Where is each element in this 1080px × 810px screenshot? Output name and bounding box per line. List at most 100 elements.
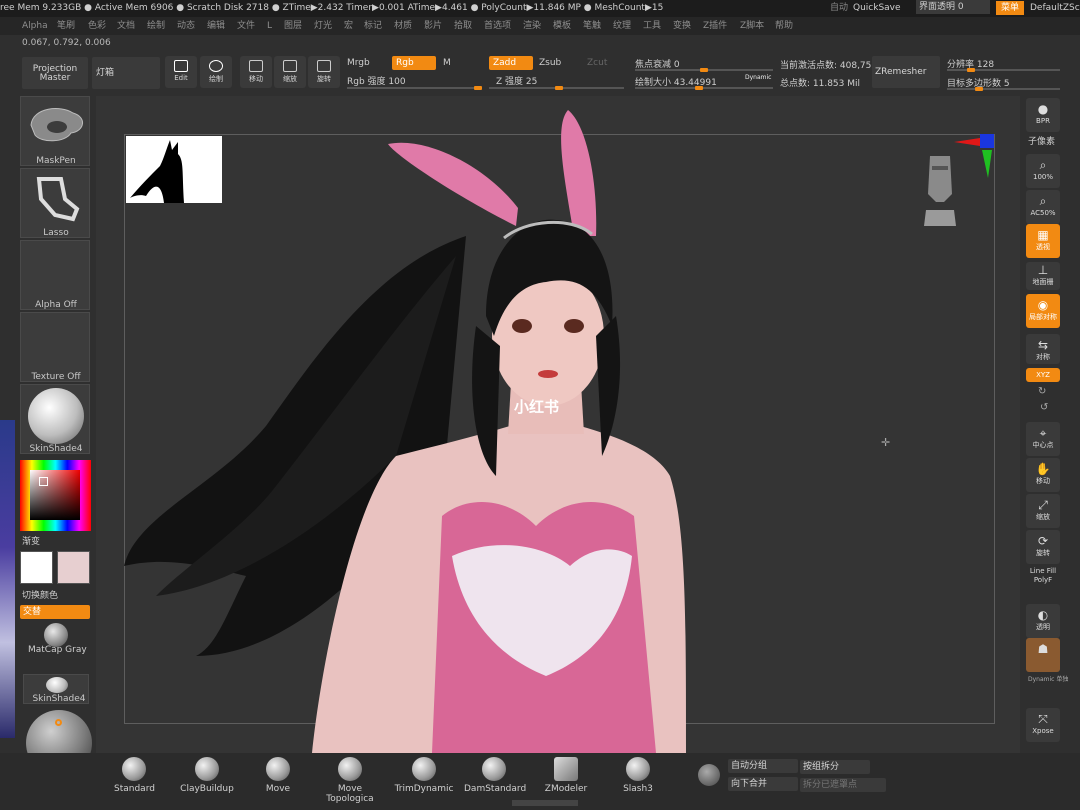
zsub-button[interactable]: Zsub: [539, 58, 561, 68]
quicksave-button[interactable]: QuickSave: [853, 0, 901, 17]
default-zscript-button[interactable]: DefaultZScr: [1030, 0, 1080, 17]
move-view-button[interactable]: ✋ 移动: [1026, 458, 1060, 492]
menu-alpha[interactable]: Alpha: [22, 17, 48, 35]
menu-edit[interactable]: 编辑: [207, 17, 225, 35]
split-unmasked-button[interactable]: 拆分已遮罩点: [800, 778, 886, 792]
rgb-intensity-slider[interactable]: Rgb 强度 100: [347, 74, 406, 87]
floor-grid-button[interactable]: ⊥ 地面栅: [1026, 262, 1060, 290]
xpose-button[interactable]: ⤧ Xpose: [1026, 708, 1060, 742]
brush-move[interactable]: Move: [262, 757, 294, 794]
rgb-button[interactable]: Rgb: [392, 56, 436, 70]
symmetry-frame-button[interactable]: ⇆ 对称: [1026, 334, 1060, 364]
bottom-scroll-handle[interactable]: [512, 800, 578, 806]
ui-transparency-slider[interactable]: 界面透明 0: [916, 0, 990, 14]
z-intensity-track[interactable]: [489, 86, 624, 90]
menu-marker[interactable]: 标记: [364, 17, 382, 35]
draw-size-knob[interactable]: [695, 86, 703, 90]
menu-preferences[interactable]: 首选项: [484, 17, 511, 35]
edit-button[interactable]: Edit: [165, 56, 197, 88]
focal-shift-knob[interactable]: [700, 68, 708, 72]
character-model-render[interactable]: [96, 96, 1020, 753]
zremesher-button[interactable]: ZRemesher: [872, 56, 940, 88]
target-polygons-track[interactable]: [947, 87, 1060, 91]
material-skinshade-tile[interactable]: SkinShade4: [20, 384, 90, 454]
menu-light[interactable]: 灯光: [314, 17, 332, 35]
brush-zmodeler[interactable]: ZModeler: [544, 757, 588, 794]
switch-color-button[interactable]: 切换颜色: [22, 588, 58, 601]
lasso-tile[interactable]: Lasso: [20, 168, 90, 238]
zoom-100-button[interactable]: ⌕ 100%: [1026, 154, 1060, 188]
brush-slash3[interactable]: Slash3: [620, 757, 656, 794]
m-button[interactable]: M: [443, 58, 451, 68]
rgb-intensity-track[interactable]: [347, 86, 482, 90]
menu-document[interactable]: 文档: [117, 17, 135, 35]
menu-render[interactable]: 渲染: [523, 17, 541, 35]
auto-group-button[interactable]: 自动分组: [728, 759, 798, 773]
rgb-intensity-knob[interactable]: [474, 86, 482, 90]
alpha-off-tile[interactable]: Alpha Off: [20, 240, 90, 310]
axis-gizmo[interactable]: [950, 134, 998, 178]
menu-help[interactable]: 帮助: [775, 17, 793, 35]
perspective-button[interactable]: ▦ 透视: [1026, 224, 1060, 258]
menu-stroke[interactable]: 笔触: [583, 17, 601, 35]
z-intensity-knob[interactable]: [555, 86, 563, 90]
color-picker[interactable]: [20, 460, 91, 531]
brush-trimdynamic[interactable]: TrimDynamic: [394, 757, 454, 794]
draw-button[interactable]: 绘制: [200, 56, 232, 88]
maskpen-brush-tile[interactable]: MaskPen: [20, 96, 90, 166]
transparency-button[interactable]: ◐ 透明: [1026, 604, 1060, 638]
move-mode-button[interactable]: 移动: [240, 56, 272, 88]
menu-layer[interactable]: 图层: [284, 17, 302, 35]
auto-label[interactable]: 自动: [830, 0, 848, 17]
brush-standard[interactable]: Standard: [114, 757, 155, 794]
dynamic-toggle[interactable]: Dynamic: [745, 74, 771, 81]
brush-damstandard[interactable]: DamStandard: [464, 757, 526, 794]
menu-file[interactable]: 文件: [237, 17, 255, 35]
color-square[interactable]: [30, 470, 80, 520]
local-symmetry-button[interactable]: ◉ 局部对称: [1026, 294, 1060, 328]
skinshade-small-tile[interactable]: SkinShade4: [23, 674, 89, 704]
projection-master-button[interactable]: Projection Master: [22, 57, 88, 89]
menu-l[interactable]: L: [267, 17, 272, 35]
gradient-label[interactable]: 渐变: [22, 534, 40, 547]
target-polygons-knob[interactable]: [975, 87, 983, 91]
zcut-button[interactable]: Zcut: [587, 58, 607, 68]
menu-movie-dynamic[interactable]: 动态: [177, 17, 195, 35]
menu-button[interactable]: 菜单: [996, 1, 1025, 15]
line-fill-button[interactable]: Line Fill PolyF: [1026, 566, 1060, 592]
split-groups-button[interactable]: 按组拆分: [800, 760, 870, 774]
menu-macro[interactable]: 宏: [344, 17, 353, 35]
menu-tool[interactable]: 工具: [643, 17, 661, 35]
focal-shift-track[interactable]: [635, 68, 773, 72]
matcap-sphere-icon[interactable]: [44, 623, 68, 647]
merge-down-button[interactable]: 向下合并: [728, 777, 798, 791]
resolution-knob[interactable]: [967, 68, 975, 72]
menu-brush[interactable]: 笔刷: [57, 17, 75, 35]
menu-stencil[interactable]: 模板: [553, 17, 571, 35]
draw-size-track[interactable]: [635, 86, 773, 90]
rotate-mode-button[interactable]: 旋转: [308, 56, 340, 88]
zadd-button[interactable]: Zadd: [489, 56, 533, 70]
secondary-color-swatch[interactable]: [57, 551, 90, 584]
menu-material[interactable]: 材质: [394, 17, 412, 35]
menu-zscript[interactable]: Z脚本: [740, 17, 764, 35]
zoom-ac50-button[interactable]: ⌕ AC50%: [1026, 190, 1060, 224]
rotate-view-button[interactable]: ⟳ 旋转: [1026, 530, 1060, 564]
lightbox-button[interactable]: 灯箱: [92, 57, 160, 89]
solo-button[interactable]: ☗: [1026, 638, 1060, 672]
z-intensity-slider[interactable]: Z 强度 25: [496, 74, 537, 87]
menu-draw[interactable]: 绘制: [147, 17, 165, 35]
xyz-button[interactable]: XYZ: [1026, 368, 1060, 382]
menu-picker[interactable]: 拾取: [454, 17, 472, 35]
bpr-button[interactable]: ● BPR: [1026, 98, 1060, 132]
subpixel-label[interactable]: 子像素: [1028, 134, 1055, 147]
matcap-gray-label[interactable]: MatCap Gray: [28, 645, 87, 655]
texture-off-tile[interactable]: Texture Off: [20, 312, 90, 382]
menu-color[interactable]: 色彩: [88, 17, 106, 35]
center-point-button[interactable]: ⌖ 中心点: [1026, 422, 1060, 456]
scale-view-button[interactable]: ⤢ 缩放: [1026, 494, 1060, 528]
resolution-track[interactable]: [947, 68, 1060, 72]
mrgb-button[interactable]: Mrgb: [347, 58, 370, 68]
menu-texture[interactable]: 纹理: [613, 17, 631, 35]
menu-zplugin[interactable]: Z插件: [703, 17, 727, 35]
